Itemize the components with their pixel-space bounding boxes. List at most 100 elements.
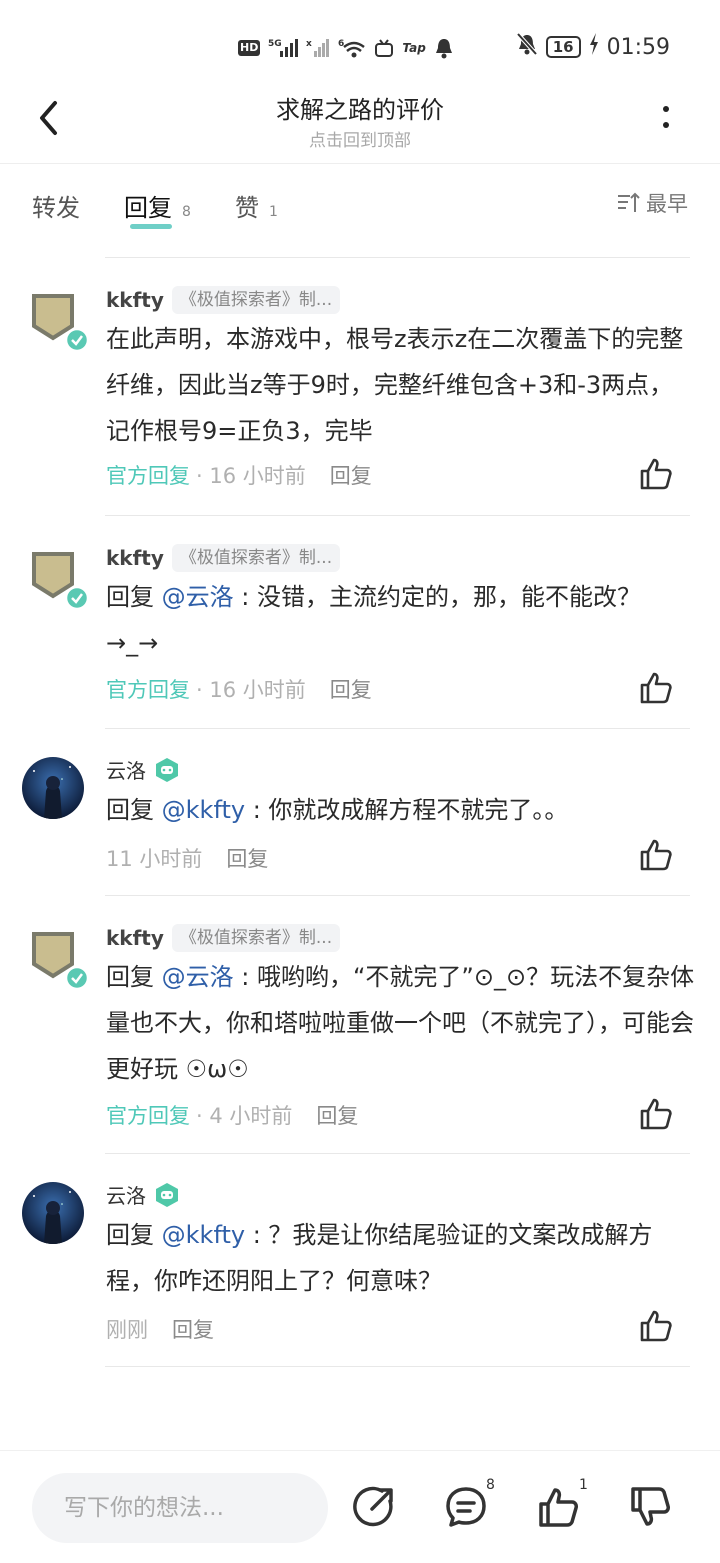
author-tag: 《极值探索者》制... [171, 286, 341, 314]
svg-text:6: 6 [338, 39, 344, 49]
author-name[interactable]: kkfty [106, 546, 164, 570]
tab-repost-label: 转发 [32, 194, 80, 222]
sort-label: 最早 [646, 192, 688, 216]
tap-icon: Tap [402, 41, 426, 55]
reply-button[interactable]: 回复 [226, 843, 268, 873]
author-name[interactable]: 云洛 [106, 755, 146, 784]
scroll-to-top-hint[interactable]: 点击回到顶部 [0, 126, 720, 151]
comment-meta: 11 小时前 回复 [106, 843, 268, 873]
author-name[interactable]: 云洛 [106, 1180, 146, 1209]
avatar-image [22, 757, 84, 819]
notification-bell-icon [434, 37, 454, 59]
shield-badge-icon [32, 294, 90, 353]
reply-prefix: 回复 [106, 583, 162, 611]
mute-bell-icon [516, 32, 538, 62]
comment-icon[interactable] [444, 1485, 488, 1529]
reply-button[interactable]: 回复 [330, 460, 372, 490]
shield-badge-icon [32, 552, 90, 611]
author-line: 云洛 [106, 755, 180, 784]
divider [105, 1153, 690, 1154]
comment-count: 8 [486, 1477, 495, 1493]
official-reply-label: 官方回复 [106, 464, 190, 488]
more-dot-icon [663, 122, 669, 128]
reply-prefix: 回复 [106, 963, 162, 991]
sort-button[interactable]: 最早 [616, 188, 688, 218]
author-line: kkfty 《极值探索者》制... [106, 286, 341, 314]
user-avatar[interactable] [22, 1182, 84, 1244]
header-bar: 求解之路的评价 点击回到顶部 [0, 80, 720, 164]
comment-time: · 4 小时前 [196, 1104, 293, 1128]
like-icon[interactable] [638, 670, 674, 706]
mention-link[interactable]: @云洛 [162, 583, 234, 611]
comment-text: 回复 @云洛 : 没错，主流约定的，那，能不能改？ →_→ [106, 574, 696, 666]
tab-likes-count: 1 [269, 204, 278, 220]
wifi-icon: 6 [338, 37, 366, 59]
like-icon[interactable] [638, 837, 674, 873]
mention-link[interactable]: @kkfty [162, 1221, 245, 1249]
comment-meta: 刚刚 回复 [106, 1314, 214, 1344]
like-icon[interactable] [638, 456, 674, 492]
comment-meta: 官方回复 · 16 小时前 回复 [106, 674, 372, 704]
comment-time: 11 小时前 [106, 847, 203, 871]
divider [105, 257, 690, 258]
reply-prefix: 回复 [106, 1221, 162, 1249]
user-avatar[interactable] [22, 757, 84, 819]
status-icons-left: HD 5G x 6 Tap [238, 34, 454, 62]
like-icon[interactable] [638, 1308, 674, 1344]
tab-replies[interactable]: 回复 8 [124, 188, 191, 223]
comment-time: · 16 小时前 [196, 464, 306, 488]
comment-time: 刚刚 [106, 1318, 148, 1342]
comment-text: 回复 @kkfty : ？我是让你结尾验证的文案改成解方程，你咋还阴阳上了？何意… [106, 1212, 696, 1304]
comment-time: · 16 小时前 [196, 678, 306, 702]
developer-avatar[interactable] [32, 932, 90, 994]
more-dot-icon [663, 106, 669, 112]
reply-prefix: 回复 [106, 796, 162, 824]
sort-icon [618, 192, 640, 212]
author-name[interactable]: kkfty [106, 288, 164, 312]
reply-button[interactable]: 回复 [172, 1314, 214, 1344]
bottom-action-bar: 写下你的想法... 8 1 [0, 1450, 720, 1563]
charging-icon [589, 33, 599, 61]
svg-text:x: x [306, 39, 312, 49]
comment-meta: 官方回复 · 4 小时前 回复 [106, 1100, 358, 1130]
shield-badge-icon [32, 932, 90, 991]
share-icon[interactable] [352, 1485, 396, 1529]
reply-button[interactable]: 回复 [316, 1100, 358, 1130]
mention-link[interactable]: @kkfty [162, 796, 245, 824]
author-tag: 《极值探索者》制... [171, 544, 341, 572]
developer-avatar[interactable] [32, 294, 90, 356]
divider [105, 895, 690, 896]
signal-x-icon: x [306, 37, 330, 59]
author-line: 云洛 [106, 1180, 180, 1209]
gamepad-icon [156, 1182, 178, 1207]
active-tab-indicator [130, 224, 172, 229]
status-icons-right: 16 01:59 [516, 32, 670, 62]
dislike-icon[interactable] [628, 1485, 672, 1529]
comment-input[interactable]: 写下你的想法... [32, 1473, 328, 1543]
author-name[interactable]: kkfty [106, 926, 164, 950]
developer-avatar[interactable] [32, 552, 90, 614]
tab-bar: 转发 回复 8 赞 1 最早 [0, 188, 720, 238]
comment-text: 在此声明，本游戏中，根号z表示z在二次覆盖下的完整纤维，因此当z等于9时，完整纤… [106, 316, 696, 454]
comment-text: 回复 @kkfty : 你就改成解方程不就完了。。 [106, 787, 696, 833]
tab-replies-count: 8 [182, 204, 191, 220]
author-line: kkfty 《极值探索者》制... [106, 544, 341, 572]
more-options-button[interactable] [656, 102, 676, 132]
official-reply-label: 官方回复 [106, 678, 190, 702]
comment-text: 回复 @云洛 : 哦哟哟，“不就完了”⊙_⊙？玩法不复杂体量也不大，你和塔啦啦重… [106, 954, 696, 1092]
comment-body: : 你就改成解方程不就完了。。 [245, 796, 569, 824]
official-reply-label: 官方回复 [106, 1104, 190, 1128]
tab-likes[interactable]: 赞 1 [235, 188, 278, 223]
like-icon[interactable] [638, 1096, 674, 1132]
clock-time: 01:59 [606, 34, 670, 60]
tv-icon [374, 38, 394, 58]
like-count: 1 [579, 1477, 588, 1493]
reply-button[interactable]: 回复 [330, 674, 372, 704]
battery-level: 16 [545, 36, 581, 58]
gamepad-icon [156, 757, 178, 782]
comment-body: 在此声明，本游戏中，根号z表示z在二次覆盖下的完整纤维，因此当z等于9时，完整纤… [106, 325, 684, 445]
author-line: kkfty 《极值探索者》制... [106, 924, 341, 952]
mention-link[interactable]: @云洛 [162, 963, 234, 991]
like-icon[interactable] [536, 1485, 580, 1529]
tab-repost[interactable]: 转发 [32, 188, 80, 223]
